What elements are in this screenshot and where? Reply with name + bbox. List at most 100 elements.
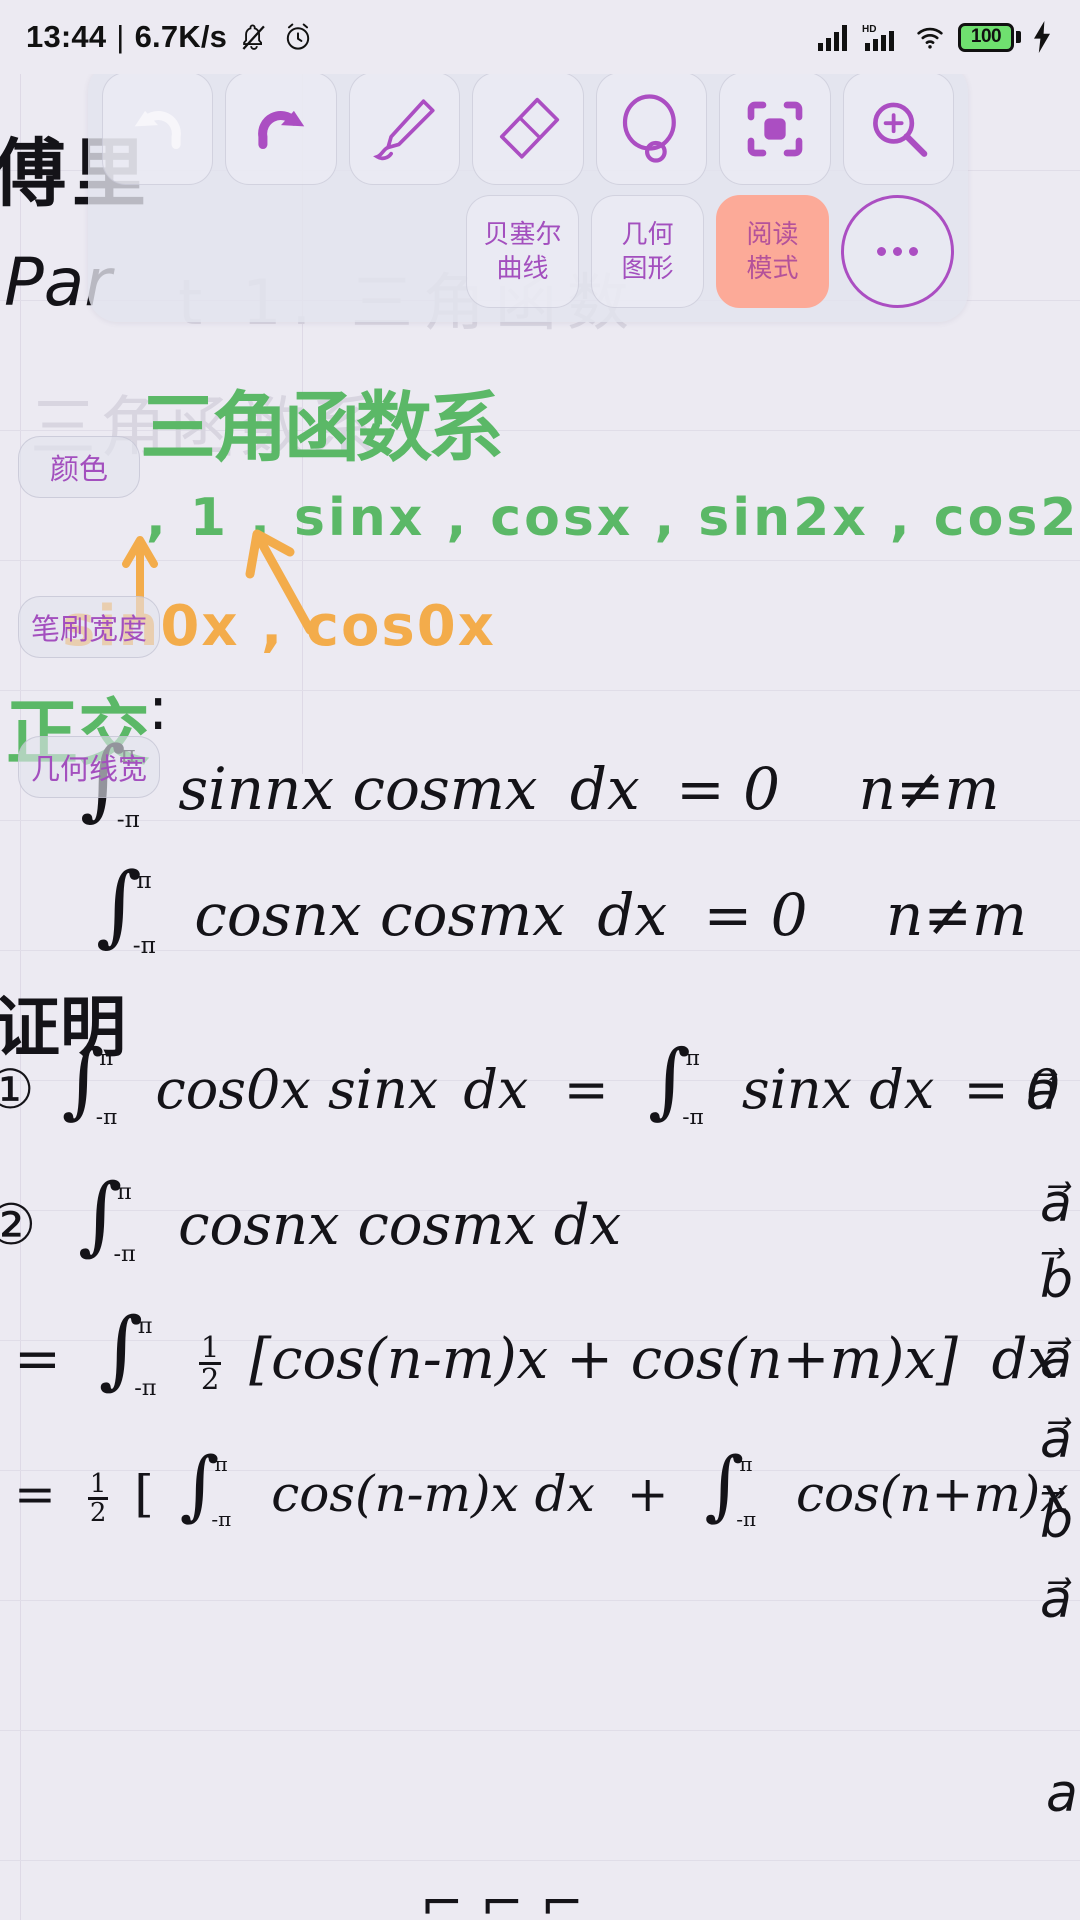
equation-marker: ② [0, 1193, 37, 1258]
pen-button[interactable] [348, 72, 461, 185]
status-separator: | [116, 19, 125, 54]
lasso-button[interactable] [595, 72, 708, 185]
eraser-button[interactable] [472, 72, 584, 185]
integral-symbol: ∫ π -π [96, 853, 156, 959]
equation-diff: dx [597, 881, 668, 949]
three-dots-icon [877, 247, 918, 256]
brush-width-button[interactable]: 笔刷宽度 [18, 596, 160, 658]
equation-body: cosnx cosmx [194, 881, 565, 949]
margin-vector: a⃗ [1040, 1570, 1072, 1630]
integral-symbol: ∫ π -π [647, 1033, 704, 1131]
bracket-open: [ [134, 1465, 154, 1523]
note-green-heading: 三角函数系 [140, 383, 504, 472]
equation-row-2: ∫ π -π cosnx cosmx dx = 0 n≠m [96, 853, 1027, 959]
bezier-curve-button[interactable]: 贝塞尔 曲线 [466, 195, 579, 308]
equation-body: cos0x sinx [155, 1058, 439, 1121]
equation-row-3: ① ∫ π -π cos0x sinx dx = ∫ π -π sinx dx … [0, 1033, 1060, 1131]
equation-row-7-clipped: ⌐ ⌐ ⌐ [420, 1874, 584, 1920]
equation-rhs: = 0 [703, 881, 808, 949]
equation-condition: n≠m [886, 881, 1027, 949]
equation-term-2: cos(n+m)x dx [796, 1465, 1080, 1523]
rule-line [0, 1600, 1080, 1601]
status-network-speed: 6.7K/s [134, 19, 228, 54]
battery-indicator: 100 [958, 22, 1021, 52]
notebook-canvas[interactable]: 傅里 Par t 1. 三角函数 三角函数系 三角函数系 , 1 , sinx … [0, 74, 1080, 1920]
lightning-bolt-icon [1034, 21, 1050, 53]
equation-body: sinnx cosmx [178, 755, 538, 823]
crop-select-icon [747, 101, 803, 156]
margin-vector: a⃗ · [1026, 1062, 1080, 1122]
eraser-icon [499, 97, 560, 159]
reading-label-line2: 模式 [746, 252, 799, 283]
integral-symbol: ∫ π -π [78, 1166, 136, 1268]
equation-body-2: sinx dx [741, 1058, 935, 1121]
bell-mute-icon [242, 24, 265, 50]
equation-condition: n≠m [858, 755, 1000, 823]
brush-pen-icon [372, 98, 435, 160]
margin-vector: a⃗ [1040, 1410, 1072, 1470]
margin-vector-tail: a [1046, 1764, 1078, 1824]
wifi-icon [917, 27, 943, 49]
color-button-label: 颜色 [49, 454, 108, 486]
lasso-select-icon [623, 93, 677, 163]
undo-button[interactable] [102, 72, 214, 185]
battery-level: 100 [970, 26, 1002, 47]
margin-vector: a⃗ [1040, 1174, 1072, 1234]
reading-label-line1: 阅读 [746, 218, 799, 249]
equation-row-5: = ∫ π -π 12 [cos(n-m)x + cos(n+m)x] dx [14, 1300, 1059, 1402]
rule-line [0, 950, 1080, 951]
equation-term-1: cos(n-m)x dx [271, 1465, 595, 1523]
integral-symbol: ∫ π -π [61, 1033, 118, 1131]
drawing-toolbar[interactable]: 贝塞尔 曲线 几何 图形 阅读 模式 [88, 62, 968, 322]
zoom-button[interactable] [842, 72, 954, 185]
rule-line [0, 1730, 1080, 1731]
equation-row-6: = 12 [ ∫ π -π cos(n-m)x dx + ∫ π -π cos(… [14, 1440, 1080, 1532]
fraction-one-half: 12 [198, 1329, 222, 1396]
equation-equals: = [563, 1058, 609, 1121]
note-ortho-colon: : [148, 674, 169, 744]
status-bar-left: 13:44 | 6.7K/s [26, 19, 315, 55]
status-time: 13:44 [26, 19, 107, 54]
margin-vector: b⃗ [1040, 1490, 1074, 1550]
equation-body: [cos(n-m)x + cos(n+m)x] [249, 1327, 958, 1392]
crop-button[interactable] [719, 72, 831, 185]
signal-bars-icon [818, 25, 847, 51]
equation-row-4: ② ∫ π -π cosnx cosmx dx [0, 1166, 622, 1268]
bezier-label-line2: 曲线 [496, 252, 549, 283]
equation-row-1: ∫ π -π sinnx cosmx dx = 0 n≠m [80, 734, 1000, 832]
alarm-clock-icon [286, 23, 310, 50]
integral-symbol: ∫ π -π [179, 1440, 232, 1532]
equation-body: cosnx cosmx dx [178, 1193, 622, 1258]
phone-screen: 傅里 Par t 1. 三角函数 三角函数系 三角函数系 , 1 , sinx … [0, 0, 1080, 1920]
equation-diff: dx [569, 755, 640, 823]
brush-width-button-label: 笔刷宽度 [30, 614, 147, 646]
reading-mode-button[interactable]: 阅读 模式 [716, 195, 829, 308]
more-options-button[interactable] [841, 195, 954, 308]
fraction-one-half: 12 [87, 1468, 109, 1528]
equation-diff: dx [463, 1058, 529, 1121]
geometry-shape-button[interactable]: 几何 图形 [591, 195, 704, 308]
equation-rhs: = 0 [676, 755, 781, 823]
svg-text:HD: HD [862, 24, 876, 35]
geometry-line-width-button[interactable]: 几何线宽 [18, 736, 160, 798]
geometry-line-width-button-label: 几何线宽 [30, 754, 147, 786]
redo-button[interactable] [225, 72, 337, 185]
signal-bars-hd-icon: HD [862, 24, 894, 51]
equation-equals: = [14, 1465, 56, 1523]
plus-sign: + [626, 1465, 669, 1523]
redo-arrow-icon [258, 110, 305, 149]
equation-equals: = [14, 1327, 61, 1392]
margin-vector: b⃗ [1040, 1250, 1074, 1310]
geometry-label-line2: 图形 [621, 252, 674, 283]
margin-vector: a⃗ [1040, 1330, 1072, 1390]
geometry-label-line1: 几何 [621, 218, 674, 249]
status-bar-right: HD 100 [817, 21, 1054, 53]
magnifier-plus-icon [873, 102, 928, 157]
integral-symbol: ∫ π -π [704, 1440, 757, 1532]
toolbar-row-tools [88, 72, 968, 185]
color-button[interactable]: 颜色 [18, 436, 140, 498]
undo-arrow-icon [134, 110, 181, 149]
bezier-label-line1: 贝塞尔 [483, 218, 562, 249]
integral-symbol: ∫ π -π [98, 1300, 157, 1402]
status-bar: 13:44 | 6.7K/s HD 100 [0, 0, 1080, 74]
